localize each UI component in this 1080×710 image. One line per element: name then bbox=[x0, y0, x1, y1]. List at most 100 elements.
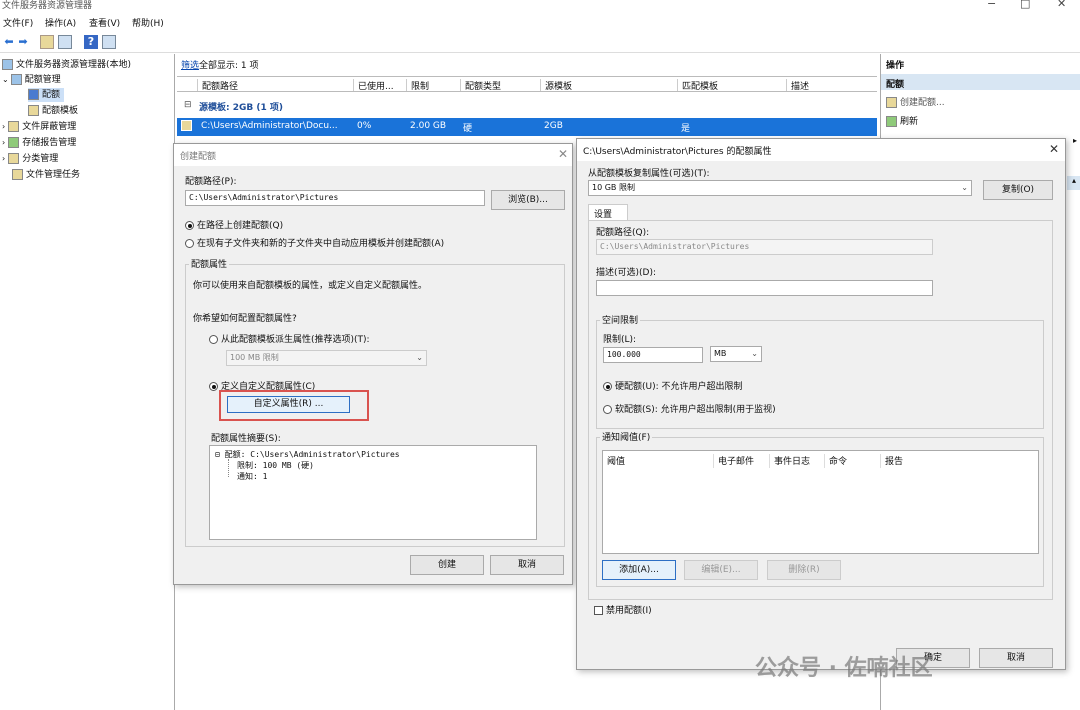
menu-view[interactable]: 查看(V) bbox=[89, 16, 120, 29]
action-refresh[interactable]: 刷新 bbox=[886, 115, 918, 129]
add-button[interactable]: 添加(A)... bbox=[602, 560, 676, 580]
group-label: 配额属性 bbox=[189, 257, 230, 270]
chevron-down-icon[interactable]: ⌄ bbox=[2, 75, 9, 84]
tree-file-screen[interactable]: › 文件屏蔽管理 bbox=[2, 120, 76, 134]
col-email[interactable]: 电子邮件 bbox=[713, 454, 768, 468]
toolbar: ⬅ ➡ ? bbox=[0, 31, 1080, 53]
quota-template-icon bbox=[28, 105, 39, 116]
expand-arrow-icon[interactable]: ▸ bbox=[1073, 136, 1077, 145]
copy-button[interactable]: 复制(O) bbox=[983, 180, 1053, 200]
chevron-down-icon[interactable]: ⌄ bbox=[961, 181, 968, 195]
disable-quota-checkbox[interactable]: 禁用配额(I) bbox=[594, 603, 652, 616]
up-folder-icon[interactable] bbox=[40, 35, 54, 49]
summary-tree[interactable]: ⊟ 配额: C:\Users\Administrator\Pictures 限制… bbox=[209, 445, 537, 540]
checkbox-icon[interactable] bbox=[594, 606, 603, 615]
description-field[interactable] bbox=[596, 280, 933, 296]
watermark: 公众号 · 佐喃社区 bbox=[755, 656, 933, 681]
tab-settings[interactable]: 设置 bbox=[588, 204, 628, 220]
chevron-right-icon[interactable]: › bbox=[2, 122, 5, 131]
browse-button[interactable]: 浏览(B)... bbox=[491, 190, 565, 210]
chevron-down-icon[interactable]: ⌄ bbox=[416, 351, 423, 365]
help-icon[interactable]: ? bbox=[84, 35, 98, 49]
window-title: 文件服务器资源管理器 bbox=[2, 1, 93, 11]
back-icon[interactable]: ⬅ bbox=[2, 35, 16, 49]
tree-quota[interactable]: 配额 bbox=[28, 88, 65, 102]
path-field: C:\Users\Administrator\Pictures bbox=[596, 239, 933, 255]
menu-action[interactable]: 操作(A) bbox=[45, 16, 76, 29]
col-used[interactable]: 已使用... bbox=[353, 79, 405, 92]
copy-template-select[interactable]: 10 GB 限制 ⌄ bbox=[588, 180, 972, 196]
radio-soft-quota[interactable]: 软配额(S): 允许用户超出限制(用于监视) bbox=[603, 402, 776, 415]
file-task-icon bbox=[12, 169, 23, 180]
radio-hard-quota[interactable]: 硬配额(U): 不允许用户超出限制 bbox=[603, 379, 743, 392]
template-select[interactable]: 100 MB 限制 ⌄ bbox=[226, 350, 427, 366]
radio-icon[interactable] bbox=[185, 239, 194, 248]
col-path[interactable]: 配额路径 bbox=[197, 79, 352, 92]
props-description: 你可以使用来自配额模板的属性，或定义自定义配额属性。 bbox=[193, 281, 428, 291]
chevron-right-icon[interactable]: › bbox=[2, 138, 5, 147]
radio-icon[interactable] bbox=[603, 405, 612, 414]
filter-link[interactable]: 筛选 bbox=[181, 61, 199, 71]
show-hide-tree-icon[interactable] bbox=[58, 35, 72, 49]
radio-icon[interactable] bbox=[185, 221, 194, 230]
tree-storage-reports[interactable]: › 存储报告管理 bbox=[2, 136, 76, 150]
summary-root: ⊟ 配额: C:\Users\Administrator\Pictures bbox=[215, 450, 400, 459]
tree-quota-template[interactable]: 配额模板 bbox=[28, 104, 78, 118]
summary-limit: 限制: 100 MB (硬) bbox=[237, 461, 314, 470]
cancel-button[interactable]: 取消 bbox=[979, 648, 1053, 668]
minimize-button[interactable]: − bbox=[987, 0, 996, 10]
menu-file[interactable]: 文件(F) bbox=[3, 16, 33, 29]
action-create-quota[interactable]: 创建配额... bbox=[886, 96, 945, 110]
grid-header: 配额路径 已使用... 限制 配额类型 源模板 匹配模板 描述 bbox=[177, 76, 877, 92]
col-source-template[interactable]: 源模板 bbox=[540, 79, 675, 92]
close-icon[interactable]: ✕ bbox=[558, 147, 568, 161]
col-match-template[interactable]: 匹配模板 bbox=[677, 79, 785, 92]
path-field[interactable]: C:\Users\Administrator\Pictures bbox=[185, 190, 485, 206]
quota-icon bbox=[28, 89, 39, 100]
cancel-button[interactable]: 取消 bbox=[490, 555, 564, 575]
collapse-arrow-icon[interactable]: ▴ bbox=[1067, 176, 1080, 190]
radio-create-on-path[interactable]: 在路径上创建配额(Q) bbox=[185, 218, 283, 231]
col-type[interactable]: 配额类型 bbox=[460, 79, 540, 92]
collapse-icon[interactable]: ⊟ bbox=[184, 100, 192, 110]
custom-properties-button[interactable]: 自定义属性(R) ... bbox=[227, 396, 350, 413]
menu-help[interactable]: 帮助(H) bbox=[132, 16, 164, 29]
actions-subheader[interactable]: 配额 bbox=[881, 74, 1080, 90]
notification-list-header: 阈值 电子邮件 事件日志 命令 报告 bbox=[603, 451, 1038, 471]
col-description[interactable]: 描述 bbox=[786, 79, 876, 92]
chevron-down-icon[interactable]: ⌄ bbox=[751, 347, 758, 361]
radio-auto-apply[interactable]: 在现有子文件夹和新的子文件夹中自动应用模板并创建配额(A) bbox=[185, 236, 444, 249]
forward-icon[interactable]: ➡ bbox=[16, 35, 30, 49]
tree-quota-management[interactable]: ⌄ 配额管理 bbox=[2, 73, 61, 87]
close-icon[interactable]: ✕ bbox=[1049, 142, 1059, 156]
action-pane-icon[interactable] bbox=[102, 35, 116, 49]
limit-field[interactable]: 100.000 bbox=[603, 347, 703, 363]
filter-text: 全部显示: 1 项 bbox=[199, 61, 259, 71]
close-button[interactable]: ✕ bbox=[1057, 0, 1066, 10]
notification-list[interactable]: 阈值 电子邮件 事件日志 命令 报告 bbox=[602, 450, 1039, 554]
file-screen-icon bbox=[8, 121, 20, 132]
quota-properties-dialog: C:\Users\Administrator\Pictures 的配额属性 ✕ … bbox=[576, 138, 1066, 670]
copy-label: 从配额模板复制属性(可选)(T): bbox=[588, 169, 710, 179]
tree-root[interactable]: 文件服务器资源管理器(本地) bbox=[2, 58, 131, 72]
radio-icon[interactable] bbox=[603, 382, 612, 391]
col-limit[interactable]: 限制 bbox=[406, 79, 459, 92]
col-command[interactable]: 命令 bbox=[824, 454, 879, 468]
radio-icon[interactable] bbox=[209, 335, 218, 344]
create-button[interactable]: 创建 bbox=[410, 555, 484, 575]
maximize-button[interactable]: □ bbox=[1020, 0, 1030, 10]
chevron-right-icon[interactable]: › bbox=[2, 154, 5, 163]
radio-derive-template[interactable]: 从此配额模板派生属性(推荐选项)(T): bbox=[209, 332, 370, 345]
col-event-log[interactable]: 事件日志 bbox=[769, 454, 824, 468]
tree-classification[interactable]: › 分类管理 bbox=[2, 152, 58, 166]
col-report[interactable]: 报告 bbox=[880, 454, 935, 468]
col-threshold[interactable]: 阈值 bbox=[603, 454, 711, 468]
table-row[interactable]: C:\Users\Administrator\Docu... 0% 2.00 G… bbox=[177, 118, 877, 136]
path-label: 配额路径(P): bbox=[185, 177, 237, 187]
radio-icon[interactable] bbox=[209, 382, 218, 391]
tree-file-tasks[interactable]: 文件管理任务 bbox=[12, 168, 80, 182]
group-row[interactable]: ⊟ 源模板: 2GB (1 项) bbox=[177, 98, 877, 114]
unit-select[interactable]: MB ⌄ bbox=[710, 346, 762, 362]
dialog-title: C:\Users\Administrator\Pictures 的配额属性 bbox=[577, 139, 1065, 161]
collapse-icon[interactable]: ⊟ bbox=[215, 450, 220, 459]
